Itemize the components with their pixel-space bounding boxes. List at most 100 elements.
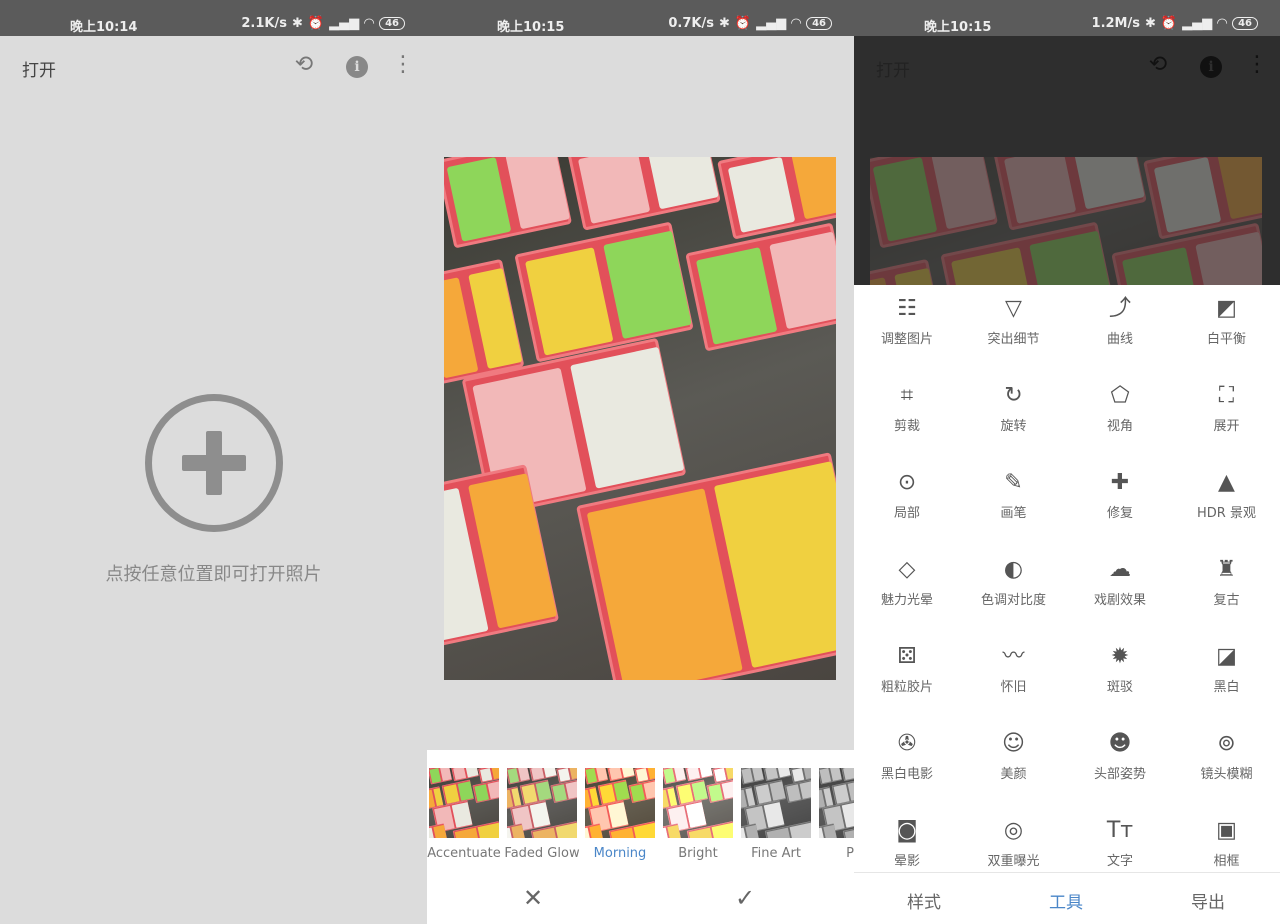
wifi-icon: ◠ <box>364 16 375 31</box>
tool-expand[interactable]: ⛶ 展开 <box>1174 381 1280 434</box>
filter-label[interactable]: Pu <box>815 846 854 861</box>
tool-label: 画笔 <box>1000 506 1027 521</box>
filter-label[interactable]: Faded Glow <box>503 846 581 861</box>
signal-icon: ▂▄▆ <box>756 16 787 31</box>
food-tray <box>753 779 786 805</box>
tool-vintage-lamp[interactable]: ♜ 复古 <box>1174 555 1280 608</box>
curves-icon: ⤴ <box>1108 296 1131 321</box>
tool-tonal-contrast[interactable]: ◐ 色调对比度 <box>961 555 1067 608</box>
screen-open[interactable]: 晚上10:14 2.1K/s ✱ ⏰ ▂▄▆ ◠ 46 打开 ⟲ i ⋮ 点按任意位置即可… <box>0 0 427 924</box>
vignette-icon: ◙ <box>896 818 918 843</box>
info-icon[interactable]: i <box>344 52 370 78</box>
drama-cloud-icon: ☁ <box>1109 557 1131 582</box>
filter-label[interactable]: Bright <box>659 846 737 861</box>
open-button[interactable]: 打开 <box>22 56 56 81</box>
healing-icon: ✚ <box>1110 470 1130 495</box>
apply-button[interactable]: ✓ <box>735 884 755 912</box>
cancel-button[interactable]: ✕ <box>523 884 543 912</box>
tool-double-exposure[interactable]: ◎ 双重曝光 <box>961 816 1067 869</box>
tool-frame[interactable]: ▣ 相框 <box>1174 816 1280 869</box>
nav-tab[interactable]: 导出 <box>1158 888 1258 913</box>
food-tray <box>940 221 1120 285</box>
food-tray <box>763 768 791 782</box>
food-tray <box>507 768 531 785</box>
photo-preview <box>870 157 1262 285</box>
tool-label: 镜头模糊 <box>1200 767 1253 782</box>
status-bar: 晚上10:15 1.2M/s ✱ ⏰ ▂▄▆ ◠ 46 <box>854 0 1280 36</box>
filter-thumbnail[interactable] <box>741 768 811 838</box>
filter-label[interactable]: Fine Art <box>737 846 815 861</box>
food-tray <box>741 768 765 785</box>
status-time: 晚上10:15 <box>924 20 992 35</box>
tool-head-pose[interactable]: ☻ 头部姿势 <box>1067 729 1173 782</box>
status-bar: 晚上10:14 2.1K/s ✱ ⏰ ▂▄▆ ◠ 46 <box>0 0 427 36</box>
screen-tools: 晚上10:15 1.2M/s ✱ ⏰ ▂▄▆ ◠ 46 打开 ⟲ i ⋮ ☷ 调整图片 ▽ 突出… <box>854 0 1280 924</box>
tool-label: 戏剧效果 <box>1093 593 1146 608</box>
filter-thumbnail[interactable] <box>585 768 655 838</box>
bluetooth-icon: ✱ <box>718 16 730 31</box>
tool-label: 剪裁 <box>893 419 920 434</box>
nav-tab[interactable]: 样式 <box>874 888 974 913</box>
tool-vignette[interactable]: ◙ 晕影 <box>854 816 960 869</box>
tool-label: 白平衡 <box>1206 332 1246 347</box>
food-tray <box>514 221 694 363</box>
tool-label: 魅力光晕 <box>880 593 933 608</box>
tool-label: 展开 <box>1213 419 1240 434</box>
tool-brush[interactable]: ✎ 画笔 <box>961 468 1067 521</box>
tool-label: 复古 <box>1213 593 1240 608</box>
tool-label: 曲线 <box>1106 332 1133 347</box>
tool-glamour-glow[interactable]: ◇ 魅力光晕 <box>854 555 960 608</box>
signal-icon: ▂▄▆ <box>1182 16 1213 31</box>
filter-thumbnail[interactable] <box>507 768 577 838</box>
tool-tune[interactable]: ☷ 调整图片 <box>854 294 960 347</box>
white-balance-icon: ◩ <box>1216 296 1237 321</box>
tool-details-triangle[interactable]: ▽ 突出细节 <box>961 294 1067 347</box>
tool-grunge[interactable]: ✹ 斑驳 <box>1067 642 1173 695</box>
tool-curves[interactable]: ⤴ 曲线 <box>1067 294 1173 347</box>
more-vert-icon[interactable]: ⋮ <box>390 52 416 77</box>
filter-thumbnail[interactable] <box>663 768 733 838</box>
tool-hdr-mountain[interactable]: ▲ HDR 景观 <box>1174 468 1280 521</box>
food-tray <box>819 768 843 785</box>
tool-noir-film-reel[interactable]: ✇ 黑白电影 <box>854 729 960 782</box>
tool-label: 调整图片 <box>880 332 933 347</box>
filter-label[interactable]: Accentuate <box>427 846 503 861</box>
tool-lens-blur[interactable]: ⊚ 镜头模糊 <box>1174 729 1280 782</box>
tool-drama-cloud[interactable]: ☁ 戏剧效果 <box>1067 555 1173 608</box>
battery-icon: 46 <box>379 17 405 30</box>
more-vert-icon: ⋮ <box>1246 52 1268 77</box>
tool-healing[interactable]: ✚ 修复 <box>1067 468 1173 521</box>
net-speed: 2.1K/s <box>241 16 287 31</box>
tool-crop[interactable]: ⌗ 剪裁 <box>854 381 960 434</box>
add-photo-icon[interactable] <box>145 394 283 532</box>
tool-black-white[interactable]: ◪ 黑白 <box>1174 642 1280 695</box>
tool-perspective[interactable]: ⬠ 视角 <box>1067 381 1173 434</box>
open-photo-hint: 点按任意位置即可打开照片 <box>105 564 322 585</box>
filter-label[interactable]: Morning <box>581 846 659 861</box>
tool-label: 黑白 <box>1213 680 1240 695</box>
dimmed-background: 打开 ⟲ i ⋮ <box>854 36 1280 285</box>
food-tray <box>663 768 687 785</box>
tool-label: 相框 <box>1213 854 1240 869</box>
tool-white-balance[interactable]: ◩ 白平衡 <box>1174 294 1280 347</box>
tool-retrolux-mustache[interactable]: 〰怀旧 <box>961 642 1067 695</box>
tool-selective[interactable]: ⊙ 局部 <box>854 468 960 521</box>
filter-thumbnail[interactable] <box>429 768 499 838</box>
wifi-icon: ◠ <box>791 16 802 31</box>
wifi-icon: ◠ <box>1217 16 1228 31</box>
hdr-mountain-icon: ▲ <box>1218 470 1235 495</box>
screen-looks: 晚上10:15 0.7K/s ✱ ⏰ ▂▄▆ ◠ 46 Accentuate Faded G… <box>427 0 854 924</box>
layers-undo-icon[interactable]: ⟲ <box>291 52 317 77</box>
bluetooth-icon: ✱ <box>1144 16 1156 31</box>
tool-text[interactable]: Tт 文字 <box>1067 816 1173 869</box>
layers-undo-icon: ⟲ <box>1148 52 1168 77</box>
nav-tab[interactable]: 工具 <box>1016 888 1116 913</box>
text-icon: Tт <box>1106 818 1134 843</box>
crop-icon: ⌗ <box>900 383 914 408</box>
tool-face[interactable]: ☺ 美颜 <box>961 729 1067 782</box>
filter-thumbnail[interactable] <box>819 768 854 838</box>
tool-label: 突出细节 <box>987 332 1040 347</box>
tool-rotate[interactable]: ↻ 旋转 <box>961 381 1067 434</box>
tool-grainy-film[interactable]: ⚄ 粗粒胶片 <box>854 642 960 695</box>
expand-icon: ⛶ <box>1218 383 1235 408</box>
